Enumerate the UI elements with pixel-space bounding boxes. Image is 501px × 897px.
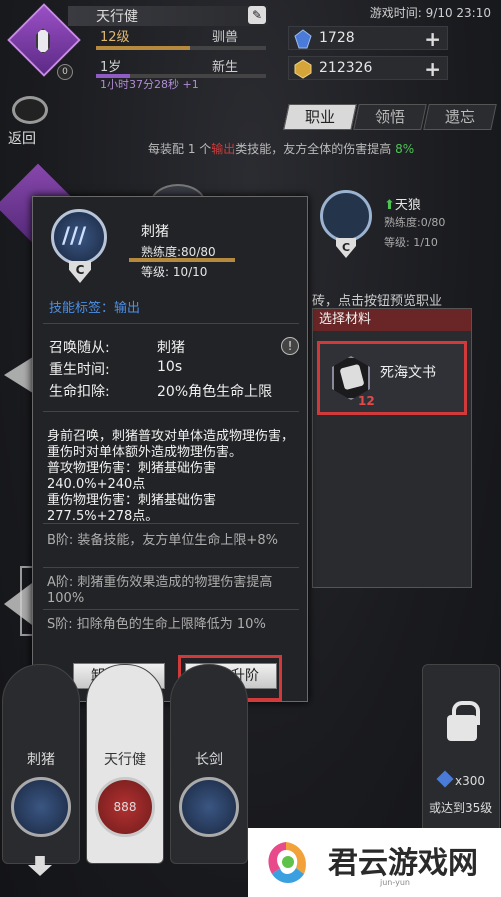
- wolf-skill-icon[interactable]: [320, 190, 372, 242]
- unlock-condition: 或达到35级: [429, 801, 493, 815]
- gold-coin-icon: [294, 59, 312, 79]
- skill-tag: 技能标签：输出: [49, 301, 141, 316]
- tier-a: A阶: 刺猪重伤效果造成的物理伤害提高100%: [47, 575, 273, 606]
- back-icon: [12, 96, 48, 124]
- level-badge: 0: [57, 64, 73, 80]
- heavy-damage: 重伤物理伤害：刺猪基础伤害277.5%+278点。: [47, 493, 217, 524]
- skill-detail-popup: C 刺猪 熟练度:80/80 等级: 10/10 技能标签：输出 召唤随从:刺猪…: [32, 196, 308, 702]
- divider: [43, 609, 299, 610]
- back-label: 返回: [8, 131, 36, 147]
- coin-value: 212326: [319, 60, 373, 76]
- blue-gem-icon: [294, 29, 312, 49]
- info-icon[interactable]: !: [281, 337, 299, 355]
- skill-card-tianxingjian[interactable]: 天行健 888: [86, 664, 164, 864]
- tab-comprehend[interactable]: 领悟: [353, 104, 427, 130]
- preview-hint: 砖，点击按钮预览职业: [312, 294, 443, 309]
- player-name: 天行健: [96, 9, 138, 25]
- age-timer: 1小时37分28秒 +1: [100, 78, 199, 91]
- divider: [43, 523, 299, 524]
- claw-skill-icon: [11, 777, 71, 837]
- skill-level: 等级: 10/10: [141, 265, 208, 279]
- class-title: 驯兽: [211, 30, 238, 45]
- divider: [43, 323, 299, 324]
- divider: [43, 567, 299, 568]
- sword-icon: [179, 777, 239, 837]
- claw-skill-icon: [51, 209, 107, 265]
- card-label: 长剑: [195, 752, 223, 768]
- tab-bar: 职业 领悟 遗忘: [283, 104, 497, 130]
- player-level: 12级: [100, 30, 130, 45]
- watermark-text: 君云游戏网: [328, 846, 478, 881]
- lock-icon: [447, 701, 480, 741]
- skill-card-longsword[interactable]: 长剑: [170, 664, 248, 864]
- wolf-proficiency: 熟练度:0/80: [384, 216, 446, 229]
- skill-grade-badge: C: [69, 261, 91, 283]
- tab-class[interactable]: 职业: [283, 104, 357, 130]
- material-panel-header: 选择材料: [313, 309, 471, 331]
- gem-resource: 1728 +: [288, 26, 448, 51]
- material-name: 死海文书: [380, 365, 436, 381]
- skill-description: 身前召唤，刺猪普攻对单体造成物理伤害，重伤时对单体额外造成物理伤害。: [47, 429, 295, 460]
- bonus-text: 每装配 1 个输出类技能，友方全体的伤害提高 8%: [148, 142, 415, 156]
- material-count: 12: [358, 394, 375, 408]
- normal-damage: 普攻物理伤害：刺猪基础伤害240.0%+240点: [47, 461, 217, 492]
- card-label: 天行健: [104, 752, 146, 768]
- proficiency-bar: [129, 258, 235, 262]
- skill-card-porcupine[interactable]: 刺猪: [2, 664, 80, 864]
- skill-name: 刺猪: [141, 224, 169, 240]
- wolf-level: 等级: 1/10: [384, 236, 438, 249]
- card-label: 刺猪: [27, 752, 55, 768]
- watermark-logo-icon: [268, 842, 306, 883]
- player-age: 1岁: [100, 60, 122, 75]
- info-row-summon: 召唤随从: 刺猪: [49, 340, 185, 356]
- add-gem-button[interactable]: +: [424, 27, 441, 51]
- age-status: 新生: [211, 60, 238, 75]
- level-row: 12级 驯兽: [96, 26, 268, 45]
- unlock-cost: x300: [436, 770, 485, 788]
- blue-gem-icon: [436, 770, 454, 788]
- tab-forget[interactable]: 遗忘: [423, 104, 497, 130]
- tier-b: B阶: 装备技能，友方单位生命上限+8%: [47, 533, 278, 548]
- coin-resource: 212326 +: [288, 56, 448, 81]
- watermark: 君云游戏网 jun-yun: [248, 828, 501, 897]
- info-row-respawn: 重生时间: 10s: [49, 359, 183, 378]
- divider: [43, 411, 299, 412]
- info-row-hp-cost: 生命扣除: 20%角色生命上限: [49, 384, 273, 400]
- back-button[interactable]: 返回: [8, 96, 50, 147]
- material-item[interactable]: 12 死海文书: [317, 341, 467, 415]
- watermark-sub: jun-yun: [380, 878, 410, 887]
- seal-icon: 888: [95, 777, 155, 837]
- age-row: 1岁 新生: [96, 56, 268, 75]
- exp-bar: [96, 46, 266, 50]
- locked-slot[interactable]: x300 或达到35级: [422, 664, 500, 834]
- gem-value: 1728: [319, 30, 355, 46]
- tier-s: S阶: 扣除角色的生命上限降低为 10%: [47, 617, 266, 632]
- add-coin-button[interactable]: +: [424, 57, 441, 81]
- wolf-skill-name: ⬆天狼: [384, 198, 421, 213]
- material-panel: 选择材料 12 死海文书: [312, 308, 472, 588]
- edit-name-icon[interactable]: ✎: [248, 6, 266, 24]
- game-time: 游戏时间: 9/10 23:10: [369, 6, 491, 20]
